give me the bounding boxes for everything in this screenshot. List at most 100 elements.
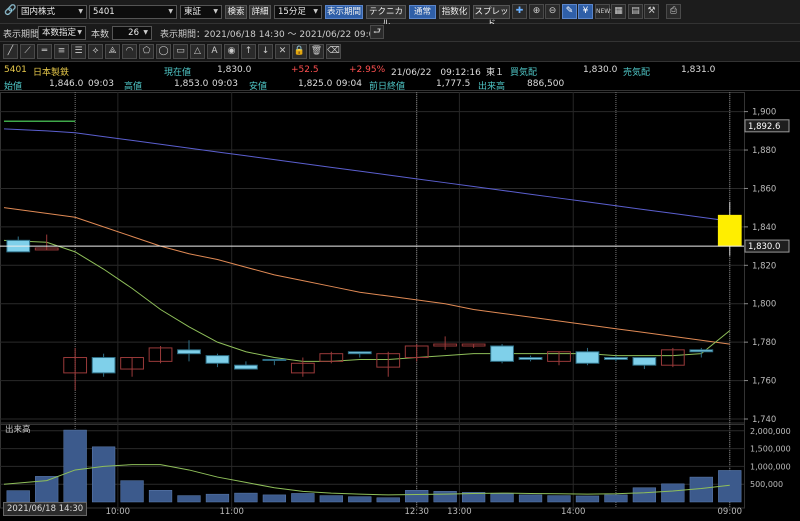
chevron-down-icon: ▼: [313, 8, 318, 15]
return-icon[interactable]: ⮐: [370, 25, 384, 39]
change-pct: +2.95%: [349, 65, 386, 75]
candle-body: [262, 358, 287, 361]
candle-body: [490, 345, 514, 362]
link-icon[interactable]: 🔗: [4, 5, 16, 16]
arrow-up-icon[interactable]: ↑: [241, 44, 256, 59]
print-icon[interactable]: ⎙: [666, 4, 681, 19]
gann-icon[interactable]: ⟡: [88, 44, 103, 59]
price-tick-label: 1,820: [752, 261, 776, 271]
volume-bar: [291, 493, 315, 503]
period-toolbar: 表示期間 本数指定 ▼ 本数 26 ▼ 表示期間： 2021/06/18 14:30…: [0, 24, 800, 42]
volume-value: 886,500: [527, 79, 565, 89]
price-tag-current: 1,830.0: [748, 242, 780, 252]
change-value: +52.5: [291, 65, 319, 75]
chevron-down-icon: ▼: [77, 29, 82, 36]
price-tick-label: 1,860: [752, 184, 776, 194]
volume-bar: [632, 487, 657, 503]
price-tick-label: 1,880: [752, 146, 776, 156]
candle-body: [575, 351, 600, 364]
candle: [461, 343, 486, 348]
volume-bar: [262, 494, 287, 503]
delete-icon[interactable]: 🗑: [309, 44, 324, 59]
channel-icon[interactable]: ≡: [54, 44, 69, 59]
price-tag-high: 1,892.6: [748, 122, 780, 132]
range-value: 2021/06/18 14:30 ～ 2021/06/22 09:00: [204, 30, 381, 40]
volume-bar: [433, 491, 457, 503]
market-select[interactable]: 国内株式 ▼: [17, 5, 87, 19]
volume-tick-label: 500,000: [750, 480, 783, 489]
hline-icon[interactable]: ═: [37, 44, 52, 59]
stamp-icon[interactable]: ◉: [224, 44, 239, 59]
candle-body: [717, 214, 742, 247]
ma-short-line: [3, 239, 731, 362]
pentagon-icon[interactable]: ⬠: [139, 44, 154, 59]
period-mode-select[interactable]: 本数指定 ▼: [38, 26, 86, 40]
pen-icon[interactable]: ✎: [562, 4, 577, 19]
triangle-tool-icon[interactable]: ⟁: [105, 44, 120, 59]
price-tick-label: 1,760: [752, 377, 776, 387]
compare-icon[interactable]: ▦: [611, 4, 626, 19]
price-tick-label: 1,900: [752, 108, 776, 118]
yen-icon[interactable]: ¥: [578, 4, 593, 19]
tab-technical[interactable]: テクニカル: [366, 5, 406, 29]
arrow-down-icon[interactable]: ↓: [258, 44, 273, 59]
tab-indexed[interactable]: 指数化: [439, 5, 470, 19]
candle: [120, 357, 144, 377]
exchange-select[interactable]: 東証 ▼: [180, 5, 222, 19]
chevron-down-icon: ▼: [143, 29, 148, 36]
erase-icon[interactable]: ✕: [275, 44, 290, 59]
delete-all-icon[interactable]: ⌫: [326, 44, 341, 59]
price-chart[interactable]: 1,900 1,880 1,860 1,840 1,820 1,800 1,780 1,760…: [0, 92, 800, 521]
ma-long-line: [3, 128, 730, 222]
fib-icon[interactable]: ☰: [71, 44, 86, 59]
wrench-icon[interactable]: ⚒: [644, 4, 659, 19]
high-label: 高値: [124, 82, 143, 92]
trendline-icon[interactable]: ╱: [3, 44, 18, 59]
candle: [148, 345, 173, 364]
prev-close-label: 前日終値: [369, 82, 406, 92]
text-icon[interactable]: A: [207, 44, 222, 59]
grid-icon[interactable]: ▤: [628, 4, 643, 19]
candle: [490, 344, 514, 364]
volume-bar: [490, 493, 514, 503]
count-stepper[interactable]: 26 ▼: [112, 26, 152, 40]
interval-select[interactable]: 15分足 ▼: [274, 5, 322, 19]
ohlc-bar: 始値 1,846.0 09:03 高値 1,853.0 09:03 安値 1,8…: [0, 77, 800, 92]
zoom-out-icon[interactable]: ⊖: [545, 4, 560, 19]
volume-bar: [405, 489, 429, 503]
candle-body: [177, 349, 201, 355]
search-button[interactable]: 検索: [225, 5, 247, 19]
tab-display-period[interactable]: 表示期間: [325, 5, 363, 19]
detail-button[interactable]: 詳細: [249, 5, 271, 19]
time-tick-label: 14:00: [561, 507, 586, 517]
volume-bar: [6, 490, 30, 503]
candle: [404, 344, 429, 362]
arc-icon[interactable]: ◠: [122, 44, 137, 59]
chevron-down-icon: ▼: [213, 8, 218, 15]
price-tick-label: 1,800: [752, 300, 776, 310]
time-tick-label: 13:00: [447, 507, 472, 517]
tab-spread[interactable]: スプレッド: [473, 5, 510, 29]
tab-normal[interactable]: 通常: [409, 5, 436, 19]
volume-bar: [661, 483, 685, 503]
volume-bar: [91, 446, 116, 503]
volume-bar: [205, 493, 230, 503]
candle: [376, 351, 401, 377]
news-icon[interactable]: NEWS: [595, 4, 614, 19]
rectangle-icon[interactable]: ▭: [173, 44, 188, 59]
ellipse-icon[interactable]: ◯: [156, 44, 171, 59]
polygon-icon[interactable]: △: [190, 44, 205, 59]
crosshair-icon[interactable]: ✚: [512, 4, 527, 19]
zoom-in-icon[interactable]: ⊕: [529, 4, 544, 19]
volume-tick-label: 1,000,000: [750, 462, 791, 471]
candle: [63, 347, 88, 391]
lock-icon[interactable]: 🔒: [292, 44, 307, 59]
candle-body: [604, 357, 628, 360]
candle: [717, 201, 742, 256]
open-time: 09:03: [88, 79, 114, 89]
volume-bar: [518, 494, 543, 503]
high-value: 1,853.0: [174, 79, 209, 89]
code-input[interactable]: 5401 ▼: [89, 5, 177, 19]
ray-icon[interactable]: ⟋: [20, 44, 35, 59]
volume-tick-label: 1,500,000: [750, 445, 791, 454]
